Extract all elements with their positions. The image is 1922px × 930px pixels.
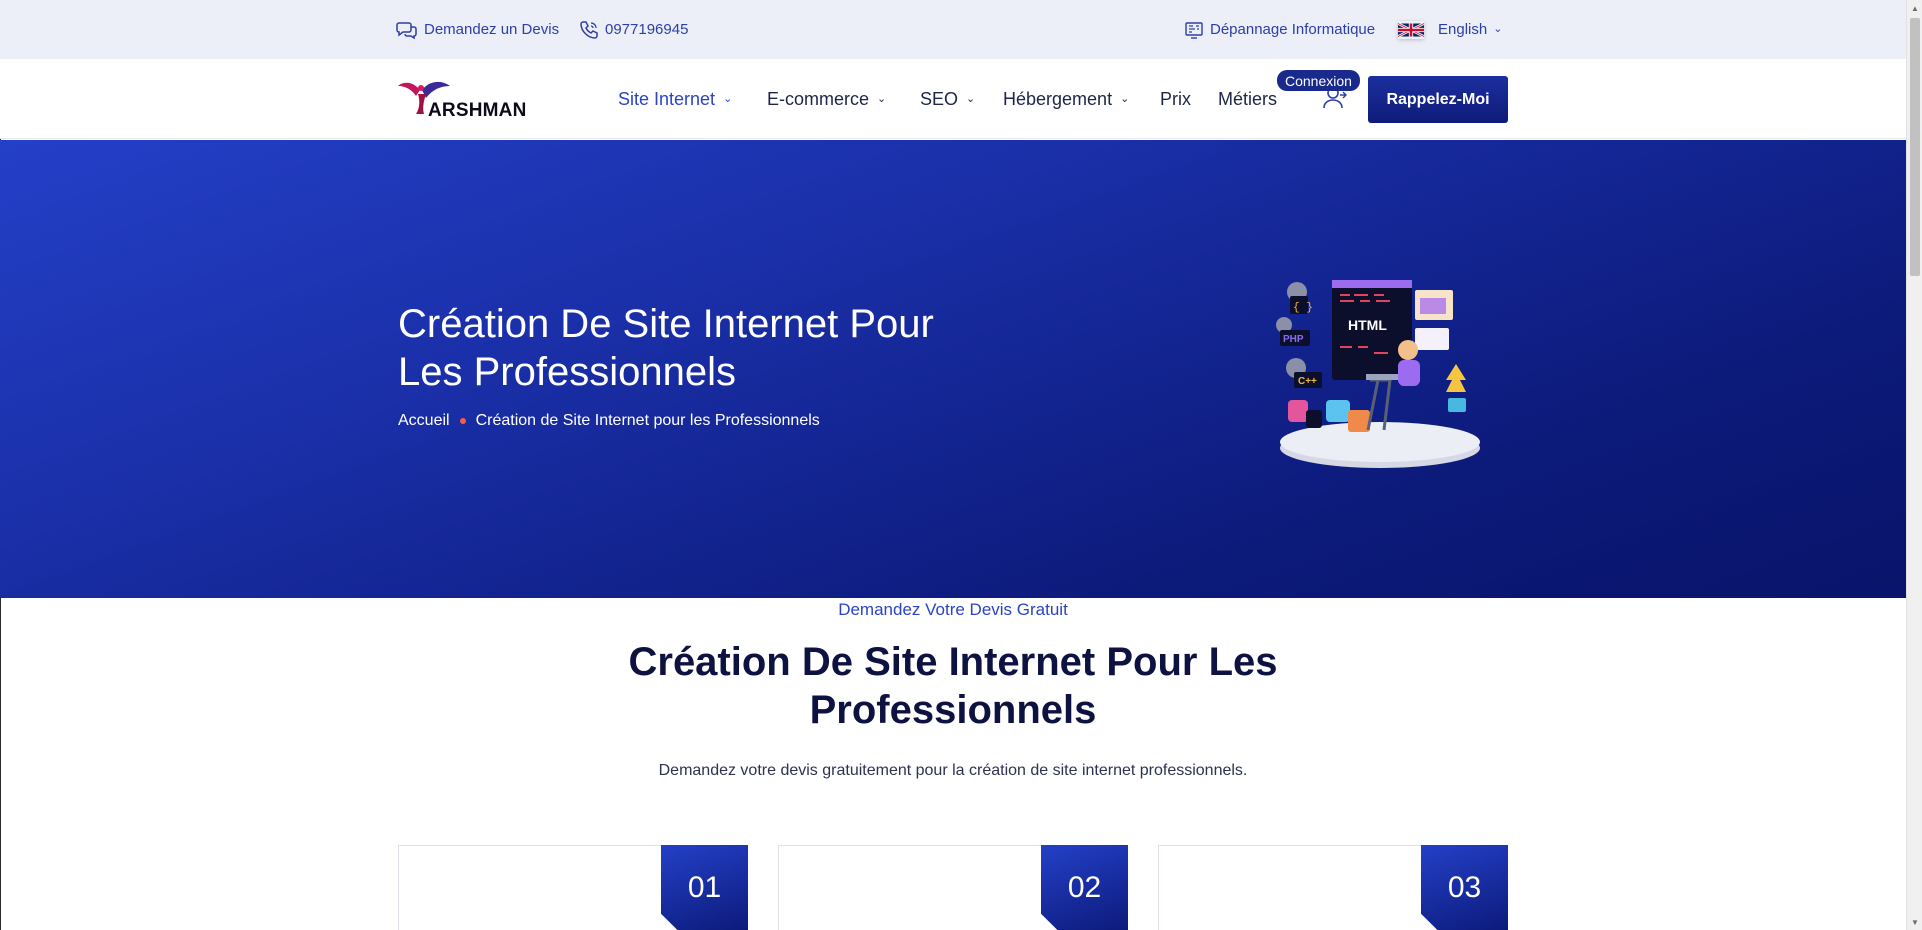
breadcrumb-home-link[interactable]: Accueil bbox=[398, 412, 450, 430]
section-eyebrow: Demandez Votre Devis Gratuit bbox=[838, 600, 1068, 619]
phone-icon bbox=[579, 20, 599, 40]
logo-text: ARSHMAN bbox=[428, 100, 527, 121]
breadcrumb: Accueil Création de Site Internet pour l… bbox=[398, 412, 820, 430]
uk-flag-icon bbox=[1398, 21, 1424, 39]
nav-label: Hébergement bbox=[1003, 88, 1113, 109]
site-logo[interactable]: ARSHMAN bbox=[398, 76, 526, 124]
chevron-down-icon: ⌄ bbox=[1493, 23, 1503, 35]
section-title: Création De Site Internet Pour Les Profe… bbox=[628, 640, 1278, 732]
step-number-badge: 01 bbox=[661, 845, 748, 930]
html-tag: HTML bbox=[1348, 317, 1387, 333]
request-quote-label: Demandez un Devis bbox=[424, 21, 560, 38]
hero-banner: Création De Site Internet Pour Les Profe… bbox=[0, 140, 1906, 598]
svg-text:{ }: { } bbox=[1293, 302, 1313, 314]
nav-label: Prix bbox=[1160, 88, 1191, 109]
breadcrumb-separator bbox=[459, 418, 466, 424]
language-selector[interactable]: English ⌄ bbox=[1398, 0, 1502, 59]
scroll-up-arrow-icon[interactable]: ▲ bbox=[1907, 0, 1922, 16]
svg-text:HTML: HTML bbox=[1348, 317, 1387, 333]
step-card: 02 bbox=[778, 845, 1128, 930]
it-repair-link[interactable]: Dépannage Informatique bbox=[1184, 0, 1375, 59]
chevron-down-icon: ⌄ bbox=[1120, 92, 1130, 105]
chevron-down-icon: ⌄ bbox=[966, 92, 976, 105]
hero-title: Création De Site Internet Pour Les Profe… bbox=[398, 302, 934, 394]
phone-link[interactable]: 0977196945 bbox=[579, 0, 688, 59]
svg-text:PHP: PHP bbox=[1283, 334, 1304, 345]
it-repair-label: Dépannage Informatique bbox=[1210, 21, 1376, 38]
nav-label: E-commerce bbox=[767, 88, 870, 109]
chat-bubbles-icon bbox=[396, 20, 418, 40]
breadcrumb-current: Création de Site Internet pour les Profe… bbox=[475, 412, 820, 429]
nav-label: Métiers bbox=[1218, 88, 1278, 109]
callback-button[interactable]: Rappelez-Moi bbox=[1368, 76, 1508, 123]
phone-number: 0977196945 bbox=[605, 21, 689, 38]
step-number-badge: 02 bbox=[1041, 845, 1128, 930]
nav-seo[interactable]: SEO ⌄ bbox=[920, 59, 975, 139]
nav-site-internet[interactable]: Site Internet ⌄ bbox=[618, 59, 732, 139]
step-card: 01 bbox=[398, 845, 748, 930]
language-label: English bbox=[1438, 21, 1488, 38]
request-quote-link[interactable]: Demandez un Devis bbox=[396, 0, 559, 59]
top-bar: Demandez un Devis 0977196945 Dépannage I… bbox=[0, 0, 1906, 59]
nav-prix[interactable]: Prix bbox=[1160, 59, 1191, 139]
chevron-down-icon: ⌄ bbox=[723, 92, 733, 105]
monitor-code-icon bbox=[1184, 20, 1204, 40]
nav-label: SEO bbox=[920, 88, 959, 109]
nav-label: Site Internet bbox=[618, 88, 716, 109]
scroll-thumb[interactable] bbox=[1910, 18, 1920, 276]
web-development-illustration: HTML { } PHP C++ bbox=[1276, 280, 1480, 468]
chevron-down-icon: ⌄ bbox=[877, 92, 887, 105]
step-number-badge: 03 bbox=[1421, 845, 1508, 930]
step-card: 03 bbox=[1158, 845, 1508, 930]
svg-text:C++: C++ bbox=[1298, 376, 1317, 387]
scroll-down-arrow-icon[interactable]: ▼ bbox=[1907, 914, 1922, 930]
nav-metiers[interactable]: Métiers bbox=[1218, 59, 1277, 139]
connexion-badge[interactable]: Connexion bbox=[1277, 70, 1360, 91]
nav-hebergement[interactable]: Hébergement ⌄ bbox=[1003, 59, 1129, 139]
main-header: ARSHMAN Site Internet ⌄ E-commerce ⌄ SEO… bbox=[0, 59, 1906, 139]
nav-ecommerce[interactable]: E-commerce ⌄ bbox=[767, 59, 886, 139]
section-description: Demandez votre devis gratuitement pour l… bbox=[658, 762, 1248, 779]
page-scrollbar[interactable]: ▲ ▼ bbox=[1906, 0, 1922, 930]
